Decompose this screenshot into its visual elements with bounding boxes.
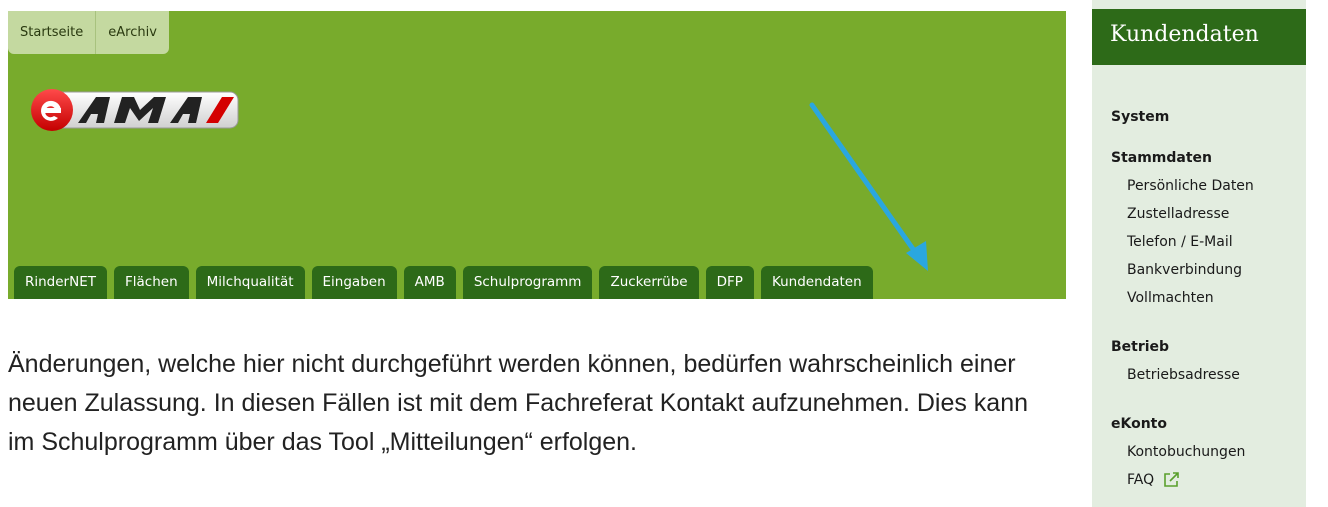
- sidebar-group-betrieb: Betrieb Betriebsadresse: [1092, 333, 1306, 389]
- sidebar-item-betriebsadresse[interactable]: Betriebsadresse: [1111, 361, 1306, 389]
- sidebar-item-vollmachten[interactable]: Vollmachten: [1111, 284, 1306, 312]
- sidebar-item-label: Persönliche Daten: [1127, 178, 1254, 194]
- sidebar-item-label: Bankverbindung: [1127, 262, 1242, 278]
- sidebar-item-zustelladresse[interactable]: Zustelladresse: [1111, 200, 1306, 228]
- sidebar-item-label: Vollmachten: [1127, 290, 1214, 306]
- header-banner: Startseite eArchiv RinderNET Flächen Mil…: [8, 11, 1066, 299]
- top-tab-bar: Startseite eArchiv: [8, 11, 169, 54]
- nav-tab-dfp[interactable]: DFP: [705, 266, 754, 299]
- sidebar-group-ekonto: eKonto Kontobuchungen FAQ: [1092, 410, 1306, 494]
- sidebar-heading-ekonto[interactable]: eKonto: [1111, 410, 1306, 438]
- sidebar-heading-stammdaten[interactable]: Stammdaten: [1111, 144, 1306, 172]
- nav-tab-zuckerruebe[interactable]: Zuckerrübe: [599, 266, 699, 299]
- sidebar-item-persoenliche-daten[interactable]: Persönliche Daten: [1111, 172, 1306, 200]
- sidebar-item-bankverbindung[interactable]: Bankverbindung: [1111, 256, 1306, 284]
- sidebar-group-stammdaten: Stammdaten Persönliche Daten Zustelladre…: [1092, 144, 1306, 312]
- sidebar-title: Kundendaten: [1092, 9, 1306, 65]
- sidebar: Kundendaten System Stammdaten Persönlich…: [1092, 0, 1306, 507]
- external-link-icon: [1164, 472, 1179, 487]
- sidebar-item-label: Telefon / E-Mail: [1127, 234, 1233, 250]
- info-paragraph: Änderungen, welche hier nicht durchgefüh…: [8, 350, 1029, 456]
- sidebar-item-faq[interactable]: FAQ: [1111, 466, 1306, 494]
- nav-tab-rindernet[interactable]: RinderNET: [14, 266, 107, 299]
- eama-logo[interactable]: [30, 86, 240, 134]
- nav-tab-schulprogramm[interactable]: Schulprogramm: [462, 266, 593, 299]
- sidebar-heading-system[interactable]: System: [1111, 103, 1306, 131]
- main-navigation: RinderNET Flächen Milchqualität Eingaben…: [14, 266, 873, 299]
- tab-startseite[interactable]: Startseite: [8, 11, 95, 54]
- tab-earchiv[interactable]: eArchiv: [95, 11, 169, 54]
- sidebar-item-label: FAQ: [1127, 472, 1155, 488]
- nav-tab-milchqualitaet[interactable]: Milchqualität: [195, 266, 305, 299]
- annotation-arrow-icon: [809, 102, 928, 271]
- sidebar-group-system: System: [1092, 103, 1306, 131]
- nav-tab-eingaben[interactable]: Eingaben: [311, 266, 397, 299]
- sidebar-item-kontobuchungen[interactable]: Kontobuchungen: [1111, 438, 1306, 466]
- sidebar-item-label: Zustelladresse: [1127, 206, 1230, 222]
- sidebar-item-label: Betriebsadresse: [1127, 367, 1240, 383]
- nav-tab-flaechen[interactable]: Flächen: [114, 266, 189, 299]
- nav-tab-amb[interactable]: AMB: [403, 266, 456, 299]
- sidebar-item-telefon-email[interactable]: Telefon / E-Mail: [1111, 228, 1306, 256]
- sidebar-heading-betrieb[interactable]: Betrieb: [1111, 333, 1306, 361]
- nav-tab-kundendaten[interactable]: Kundendaten: [760, 266, 873, 299]
- sidebar-item-label: Kontobuchungen: [1127, 444, 1246, 460]
